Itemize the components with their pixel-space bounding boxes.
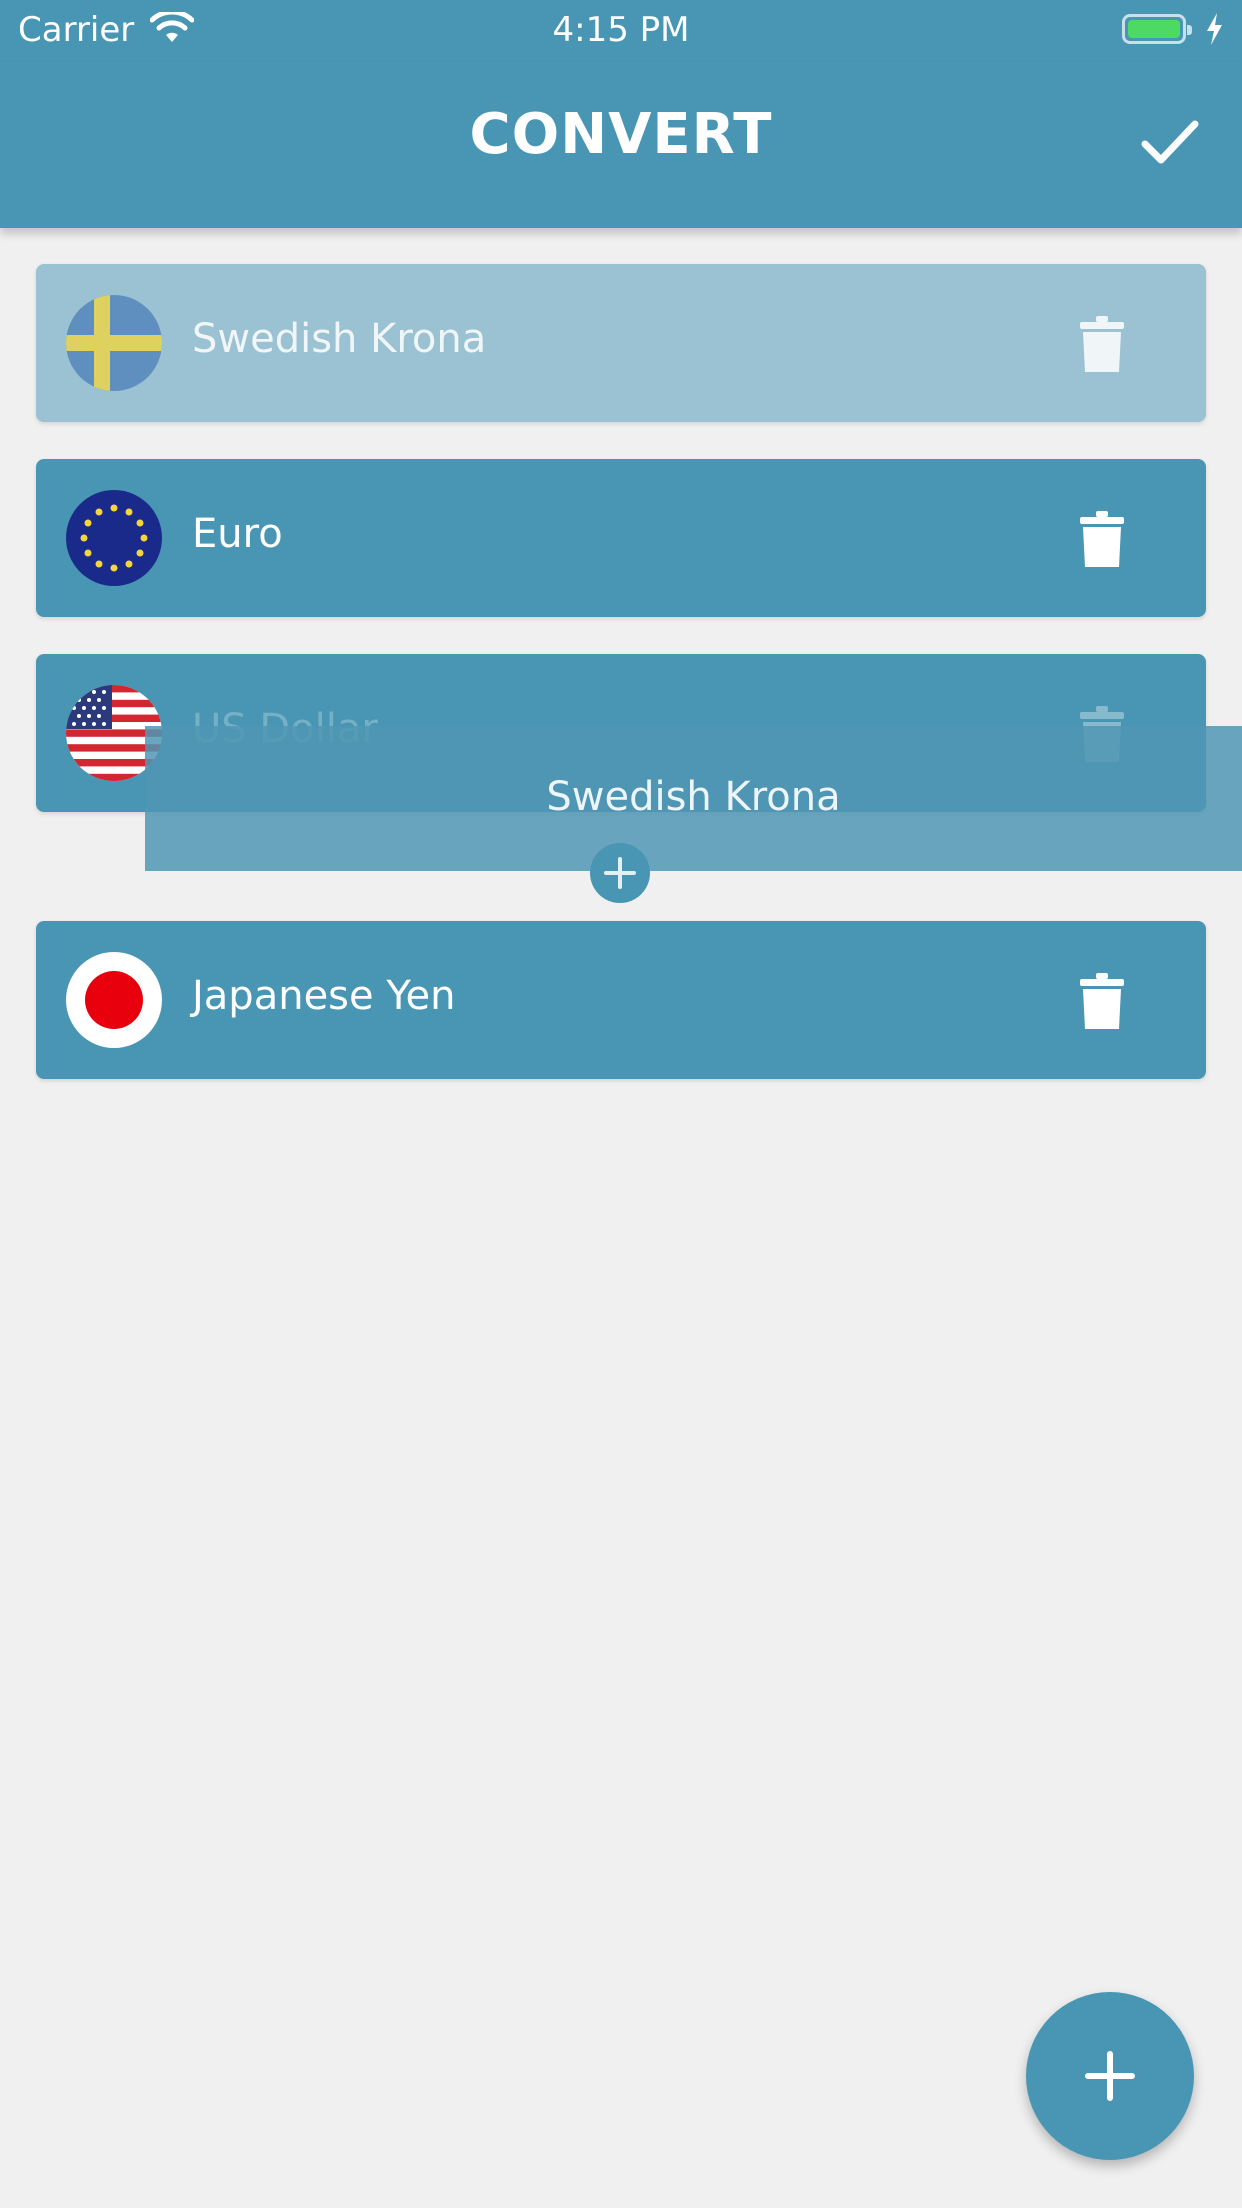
battery-icon [1122,14,1192,44]
currency-label: Swedish Krona [192,316,487,362]
dragged-currency-item[interactable]: Swedish Krona [145,726,1242,871]
plus-icon [1085,2051,1135,2101]
currency-row-japanese-yen[interactable]: Japanese Yen [36,921,1206,1079]
japan-flag-icon [66,952,162,1048]
currency-row-euro[interactable]: Euro [36,459,1206,617]
charging-icon [1204,12,1224,50]
clock: 4:15 PM [552,10,690,50]
add-currency-button[interactable] [1026,1992,1194,2160]
currency-label: Japanese Yen [192,973,456,1019]
drop-plus-icon [590,843,650,903]
trash-icon[interactable] [1080,973,1124,1033]
checkmark-icon[interactable] [1140,118,1200,172]
nav-bar: CONVERT [0,62,1242,228]
currency-row-swedish-krona[interactable]: Swedish Krona [36,264,1206,422]
page-title: CONVERT [469,102,773,167]
currency-label: Euro [192,511,283,557]
sweden-flag-icon [66,295,162,391]
status-bar: Carrier 4:15 PM [0,0,1242,62]
dragged-currency-label: Swedish Krona [546,774,841,820]
trash-icon[interactable] [1080,511,1124,571]
eu-flag-icon [66,490,162,586]
trash-icon[interactable] [1080,316,1124,376]
